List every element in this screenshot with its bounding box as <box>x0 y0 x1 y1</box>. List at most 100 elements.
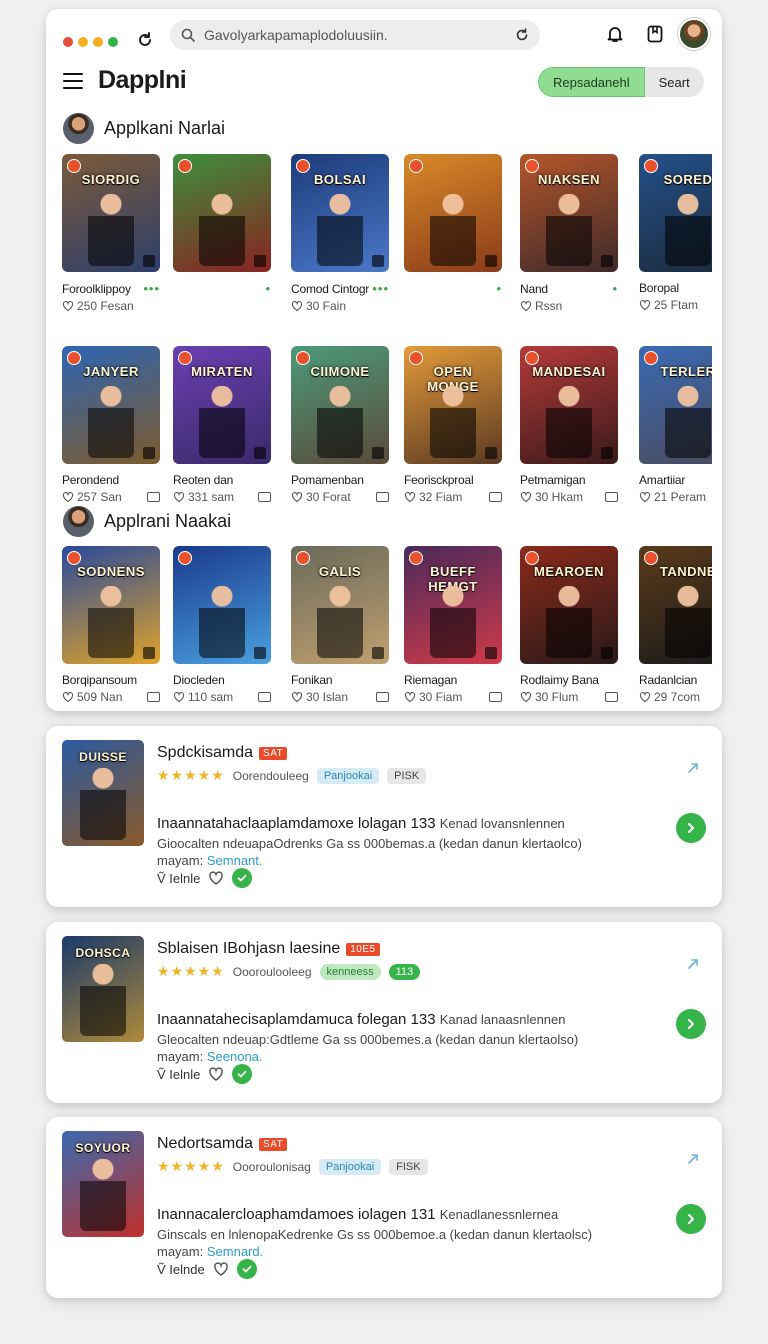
app-tile[interactable]: • <box>173 154 271 299</box>
app-tile[interactable]: OPEN MONGE Feorisckproal 32 Fiam <box>404 346 502 504</box>
app-tile[interactable]: SODNENS Borqipansoum 509 Nan <box>62 546 160 704</box>
heart-icon[interactable] <box>404 691 416 703</box>
window-dot[interactable] <box>78 37 88 47</box>
app-tile[interactable]: JANYER Perondend 257 San <box>62 346 160 504</box>
app-thumbnail[interactable]: MIRATEN <box>173 346 271 464</box>
heart-icon[interactable] <box>208 1066 224 1082</box>
heart-icon[interactable] <box>520 691 532 703</box>
more-icon[interactable] <box>147 492 160 502</box>
segment-b-button[interactable]: Seart <box>644 67 704 97</box>
app-detail-card[interactable]: DUISSE Spdckisamda SAT ★★★★★ Oorendouleeg Pan… <box>46 726 722 907</box>
app-tile[interactable]: GALIS Fonikan 30 Islan <box>291 546 389 704</box>
more-icon[interactable] <box>376 492 389 502</box>
share-icon[interactable] <box>686 1150 704 1168</box>
bookmark-icon[interactable] <box>644 23 666 45</box>
open-app-button[interactable] <box>676 1204 706 1234</box>
app-tile[interactable]: BOLSAI Comod Cintogr ••• 30 Fain <box>291 154 389 313</box>
app-thumbnail[interactable]: TANDNE <box>639 546 712 664</box>
heart-icon[interactable] <box>62 691 74 703</box>
app-thumbnail[interactable]: SODNENS <box>62 546 160 664</box>
open-app-button[interactable] <box>676 813 706 843</box>
more-icon[interactable] <box>489 692 502 702</box>
app-tile[interactable]: MANDESAI Petmamigan 30 Hkam <box>520 346 618 504</box>
app-detail-card[interactable]: DOHSCA Sblaisen IBohjasn laesine 10E5 ★★★★★… <box>46 922 722 1103</box>
app-tile[interactable]: TERLER Amartiiar 21 Peram <box>639 346 712 504</box>
heart-icon[interactable] <box>639 691 651 703</box>
user-avatar[interactable] <box>678 18 710 50</box>
window-dot[interactable] <box>93 37 103 47</box>
app-thumbnail[interactable] <box>173 546 271 664</box>
app-thumbnail[interactable] <box>173 154 271 272</box>
body-link[interactable]: Semnant. <box>207 853 263 868</box>
body-link[interactable]: Seenona. <box>207 1049 263 1064</box>
menu-icon[interactable] <box>63 73 83 89</box>
heart-icon[interactable] <box>173 491 185 503</box>
window-dot[interactable] <box>63 37 73 47</box>
app-thumbnail[interactable]: GALIS <box>291 546 389 664</box>
app-cover[interactable]: SOYUOR <box>62 1131 144 1237</box>
app-tile[interactable]: SORED Boropal 25 Ftam <box>639 154 712 312</box>
app-thumbnail[interactable]: TERLER <box>639 346 712 464</box>
address-bar[interactable] <box>170 20 540 50</box>
heart-icon[interactable] <box>291 691 303 703</box>
heart-icon[interactable] <box>291 300 303 312</box>
check-icon[interactable] <box>236 1259 257 1279</box>
heart-icon[interactable] <box>639 491 651 503</box>
app-tile[interactable]: • <box>404 154 502 299</box>
check-icon[interactable] <box>232 868 253 888</box>
open-app-button[interactable] <box>676 1009 706 1039</box>
app-thumbnail[interactable]: BUEFF HEMGT <box>404 546 502 664</box>
tag-pill[interactable]: kenneess <box>319 963 381 980</box>
app-tile[interactable]: BUEFF HEMGT Riemagan 30 Fiam <box>404 546 502 704</box>
tag-pill[interactable]: Panjookai <box>316 767 380 784</box>
app-thumbnail[interactable]: MANDESAI <box>520 346 618 464</box>
app-thumbnail[interactable]: NIAKSEN <box>520 154 618 272</box>
app-thumbnail[interactable]: CIIMONE <box>291 346 389 464</box>
more-icon[interactable] <box>258 492 271 502</box>
more-icon[interactable] <box>605 492 618 502</box>
app-tile[interactable]: MEAROEN Rodlaimy Bana 30 Flum <box>520 546 618 704</box>
heart-icon[interactable] <box>62 300 74 312</box>
heart-icon[interactable] <box>520 491 532 503</box>
tag-pill[interactable]: PISK <box>387 767 427 784</box>
more-icon[interactable] <box>605 692 618 702</box>
segment-a-button[interactable]: Repsadanehl <box>538 67 645 97</box>
check-icon[interactable] <box>232 1064 253 1084</box>
more-icon[interactable] <box>376 692 389 702</box>
heart-icon[interactable] <box>213 1261 229 1277</box>
heart-icon[interactable] <box>208 870 224 886</box>
more-icon[interactable] <box>258 692 271 702</box>
app-tile[interactable]: MIRATEN Reoten dan 331 sam <box>173 346 271 504</box>
app-tile[interactable]: Diocleden 110 sam <box>173 546 271 704</box>
more-icon[interactable] <box>489 492 502 502</box>
tag-pill[interactable]: 113 <box>388 963 421 980</box>
app-tile[interactable]: TANDNE Radanlcian 29 7com <box>639 546 712 704</box>
app-cover[interactable]: DUISSE <box>62 740 144 846</box>
more-icon[interactable] <box>147 692 160 702</box>
app-detail-card[interactable]: SOYUOR Nedortsamda SAT ★★★★★ Oooroulonisag Pa… <box>46 1117 722 1298</box>
heart-icon[interactable] <box>62 491 74 503</box>
heart-icon[interactable] <box>173 691 185 703</box>
tag-pill[interactable]: FISK <box>389 1158 428 1175</box>
heart-icon[interactable] <box>639 299 651 311</box>
window-dot[interactable] <box>108 37 118 47</box>
address-input[interactable] <box>204 27 514 43</box>
heart-icon[interactable] <box>291 491 303 503</box>
heart-icon[interactable] <box>404 491 416 503</box>
app-thumbnail[interactable]: JANYER <box>62 346 160 464</box>
reload-icon[interactable] <box>134 29 156 51</box>
app-thumbnail[interactable]: OPEN MONGE <box>404 346 502 464</box>
body-link[interactable]: Semnard. <box>207 1244 263 1259</box>
app-cover[interactable]: DOHSCA <box>62 936 144 1042</box>
app-thumbnail[interactable]: MEAROEN <box>520 546 618 664</box>
share-icon[interactable] <box>686 955 704 973</box>
app-thumbnail[interactable]: SORED <box>639 154 712 272</box>
app-thumbnail[interactable] <box>404 154 502 272</box>
bell-icon[interactable] <box>604 23 626 45</box>
app-tile[interactable]: NIAKSEN Nand • Rssn <box>520 154 618 313</box>
share-icon[interactable] <box>686 759 704 777</box>
refresh-icon[interactable] <box>514 27 530 43</box>
tag-pill[interactable]: Panjookai <box>318 1158 382 1175</box>
app-thumbnail[interactable]: BOLSAI <box>291 154 389 272</box>
heart-icon[interactable] <box>520 300 532 312</box>
